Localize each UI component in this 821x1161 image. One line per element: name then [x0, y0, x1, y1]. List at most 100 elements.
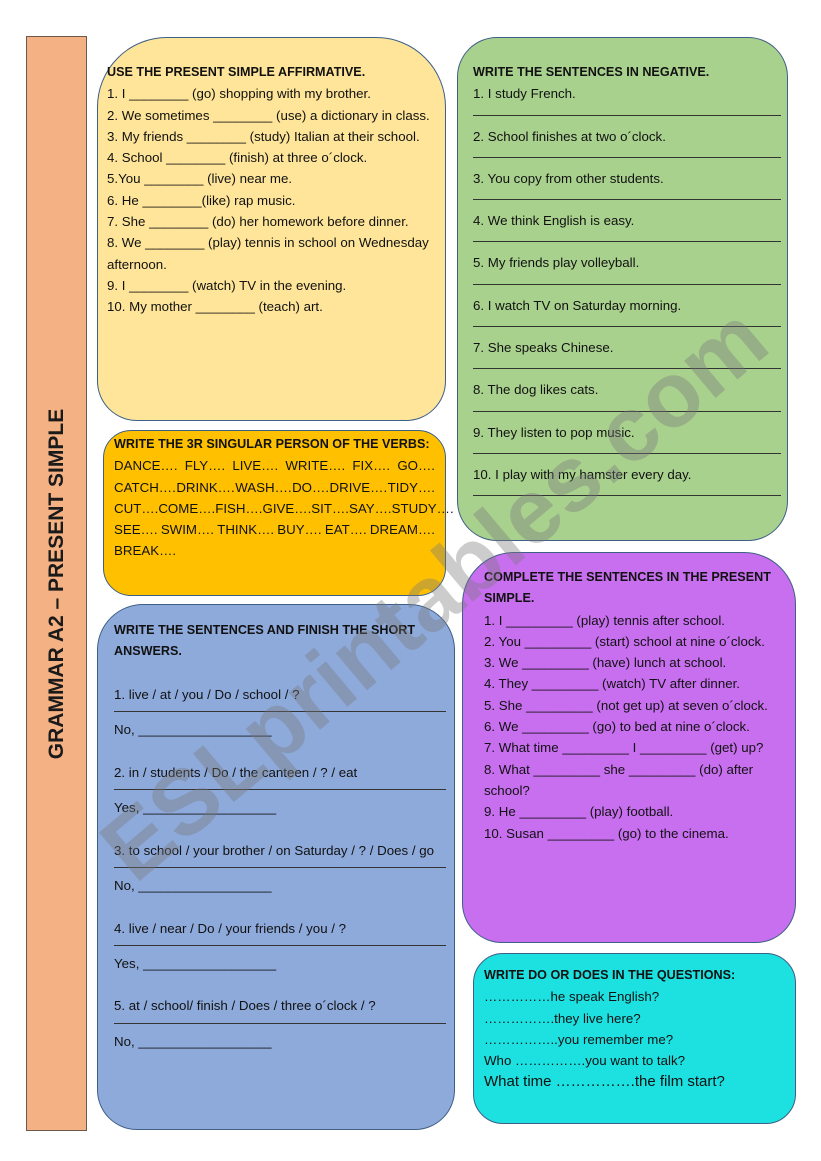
short-answer: Yes, __________________: [114, 955, 277, 971]
verb: THINK….: [217, 522, 275, 538]
list-item: 1. I study French.: [473, 86, 576, 102]
list-item: Who …………….you want to talk?: [484, 1053, 685, 1069]
verb-row: DANCE…. FLY…. LIVE…. WRITE…. FIX…. GO….: [114, 455, 435, 476]
worksheet-title: GRAMMAR A2 – PRESENT SIMPLE: [44, 408, 68, 759]
list-item: 8. What _________ she _________ (do) aft…: [484, 761, 754, 798]
verb: CATCH….: [114, 479, 176, 495]
answer-line: [473, 326, 781, 328]
question: 3. to school / your brother / on Saturda…: [114, 842, 435, 858]
section-heading: WRITE THE SENTENCES AND FINISH THE SHORT…: [114, 623, 416, 659]
complete-exercise: COMPLETE THE SENTENCES IN THE PRESENT SI…: [462, 552, 796, 943]
affirmative-exercise: USE THE PRESENT SIMPLE AFFIRMATIVE. 1. I…: [97, 37, 446, 421]
verb: BREAK….: [114, 543, 177, 559]
section-heading: COMPLETE THE SENTENCES IN THE PRESENT SI…: [484, 570, 771, 606]
list-item: 5. My friends play volleyball.: [473, 255, 640, 271]
answer-line: [473, 368, 781, 370]
verb: GO….: [397, 458, 435, 474]
list-item: 7. She speaks Chinese.: [473, 340, 614, 356]
verb: DO….: [292, 479, 330, 495]
list-item: 4. We think English is easy.: [473, 213, 635, 229]
list-item: 10. Susan _________ (go) to the cinema.: [484, 825, 729, 841]
section-heading: WRITE DO OR DOES IN THE QUESTIONS:: [484, 968, 736, 982]
answer-line: [114, 944, 446, 946]
do-does-exercise: WRITE DO OR DOES IN THE QUESTIONS: ………………: [473, 953, 796, 1124]
verb: LIVE….: [232, 458, 279, 474]
verb: SIT….: [311, 500, 349, 516]
answer-line: [473, 156, 781, 158]
answer-line: [473, 114, 781, 116]
verb: WRITE….: [285, 458, 346, 474]
negative-exercise: WRITE THE SENTENCES IN NEGATIVE. 1. I st…: [457, 37, 788, 541]
verb-row: CUT…. COME…. FISH…. GIVE…. SIT…. SAY…. STUDY….: [114, 498, 454, 519]
answer-line: [473, 241, 781, 243]
answer-line: [114, 1022, 446, 1024]
list-item: 2. We sometimes ________ (use) a diction…: [107, 107, 430, 123]
answer-line: [473, 452, 781, 454]
verb: FISH….: [215, 500, 263, 516]
verbs-exercise: WRITE THE 3R SINGULAR PERSON OF THE VERB…: [103, 430, 454, 596]
list-item: 2. School finishes at two o´clock.: [473, 128, 666, 144]
verb: FIX….: [352, 458, 391, 474]
answer-line: [473, 199, 781, 201]
list-item: 3. We _________ (have) lunch at school.: [484, 655, 727, 671]
list-item: 3. You copy from other students.: [473, 170, 664, 186]
list-item: ……………he speak English?: [484, 989, 660, 1005]
question: 5. at / school/ finish / Does / three o´…: [114, 998, 376, 1014]
list-item: ……………..you remember me?: [484, 1031, 674, 1047]
list-item: 10. I play with my hamster every day.: [473, 466, 692, 482]
section-heading: WRITE THE 3R SINGULAR PERSON OF THE VERB…: [114, 437, 430, 451]
list-item: 6. We _________ (go) to bed at nine o´cl…: [484, 719, 750, 735]
list-item: 7. She ________ (do) her homework before…: [107, 214, 409, 230]
short-answer: No, __________________: [114, 722, 272, 738]
verb: FLY….: [184, 458, 226, 474]
verb: COME….: [158, 500, 216, 516]
answer-line: [114, 866, 446, 868]
answer-line: [114, 711, 446, 713]
worksheet-title-bar: GRAMMAR A2 – PRESENT SIMPLE: [26, 36, 87, 1131]
short-answer: No, __________________: [114, 877, 272, 893]
list-item: 1. I _________ (play) tennis after schoo…: [484, 612, 725, 628]
verb: SEE….: [114, 522, 158, 538]
verb: DREAM….: [369, 522, 435, 538]
question: 4. live / near / Do / your friends / you…: [114, 920, 347, 936]
list-item: 6. I watch TV on Saturday morning.: [473, 297, 682, 313]
question: 2. in / students / Do / the canteen / ? …: [114, 764, 358, 780]
list-item: 9. He _________ (play) football.: [484, 804, 674, 820]
list-item: 5. She _________ (not get up) at seven o…: [484, 697, 768, 713]
verb-row: BREAK….: [114, 540, 435, 561]
verb: SWIM….: [160, 522, 214, 538]
verb: DRIVE….: [329, 479, 388, 495]
verb: DANCE….: [114, 458, 178, 474]
verb: DRINK….: [176, 479, 235, 495]
answer-line: [114, 789, 446, 791]
list-item: 6. He ________(like) rap music.: [107, 192, 296, 208]
list-item: 7. What time _________ I _________ (get)…: [484, 740, 764, 756]
list-item: 10. My mother ________ (teach) art.: [107, 299, 323, 315]
list-item: 1. I ________ (go) shopping with my brot…: [107, 86, 371, 102]
list-item: 9. They listen to pop music.: [473, 424, 635, 440]
verb: SAY….: [348, 500, 392, 516]
verb-row: CATCH…. DRINK…. WASH…. DO…. DRIVE…. TIDY….: [114, 477, 435, 498]
verb: BUY….: [277, 522, 322, 538]
verb: EAT….: [324, 522, 367, 538]
answer-line: [473, 495, 781, 497]
list-item: 8. The dog likes cats.: [473, 382, 599, 398]
short-answer: Yes, __________________: [114, 800, 277, 816]
verb: WASH….: [235, 479, 292, 495]
list-item: 9. I ________ (watch) TV in the evening.: [107, 277, 347, 293]
verb: STUDY….: [391, 500, 454, 516]
question: 1. live / at / you / Do / school / ?: [114, 686, 300, 702]
section-heading: USE THE PRESENT SIMPLE AFFIRMATIVE.: [107, 65, 366, 79]
section-heading: WRITE THE SENTENCES IN NEGATIVE.: [473, 65, 710, 79]
answer-line: [473, 283, 781, 285]
list-item: 4. They _________ (watch) TV after dinne…: [484, 676, 741, 692]
answer-line: [473, 410, 781, 412]
list-item: 8. We ________ (play) tennis in school o…: [107, 235, 429, 272]
verb: CUT….: [114, 500, 159, 516]
list-item: 2. You _________ (start) school at nine …: [484, 633, 765, 649]
